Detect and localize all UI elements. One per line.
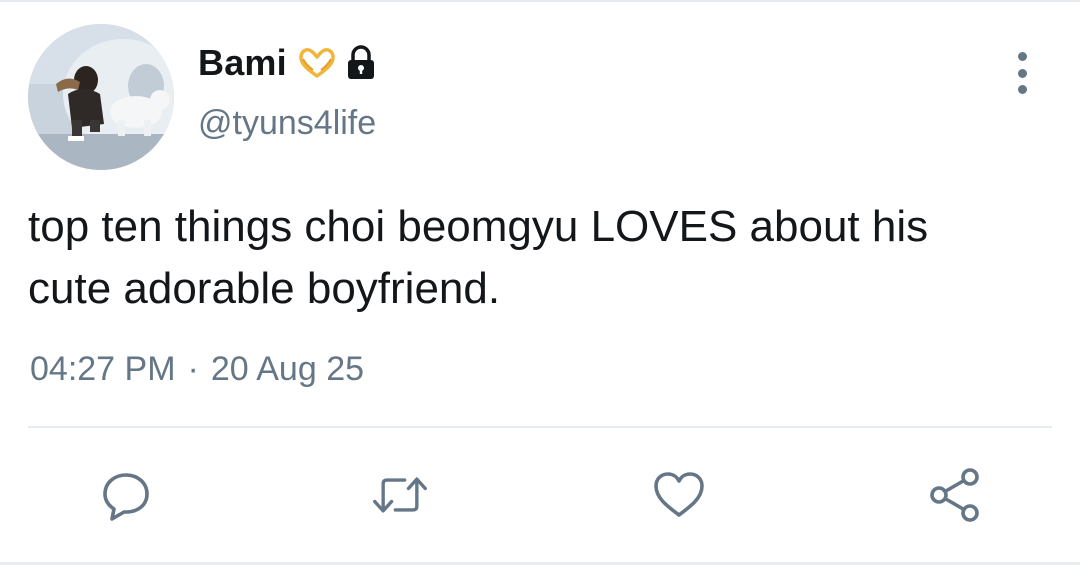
lock-icon	[343, 45, 379, 81]
share-icon	[930, 468, 979, 522]
more-dot-icon	[1017, 85, 1027, 94]
meta-separator: ·	[187, 350, 199, 388]
handle[interactable]: @tyuns4life	[198, 104, 376, 143]
display-name-row: Bami	[198, 40, 379, 86]
heart-hands-icon	[297, 43, 337, 83]
avatar[interactable]	[28, 24, 174, 170]
more-dot-icon	[1017, 68, 1027, 78]
retweet-icon	[373, 477, 427, 513]
reply-icon	[103, 473, 149, 521]
action-divider	[28, 426, 1052, 428]
reply-button[interactable]	[97, 466, 155, 524]
more-options-button[interactable]	[1000, 48, 1044, 98]
tweet-text: top ten things choi beomgyu LOVES about …	[28, 202, 929, 313]
like-button[interactable]	[650, 466, 708, 524]
tweet-card: Bami @tyuns4life top ten things choi beo…	[0, 0, 1080, 565]
display-name[interactable]: Bami	[198, 42, 287, 84]
like-icon	[654, 472, 704, 517]
retweet-button[interactable]	[371, 466, 429, 524]
timestamp-row: 04:27 PM · 20 Aug 25	[30, 350, 364, 389]
tweet-time[interactable]: 04:27 PM	[30, 350, 176, 389]
share-button[interactable]	[926, 466, 984, 524]
tweet-date[interactable]: 20 Aug 25	[211, 350, 364, 389]
top-divider	[0, 0, 1080, 2]
more-dot-icon	[1017, 52, 1027, 61]
